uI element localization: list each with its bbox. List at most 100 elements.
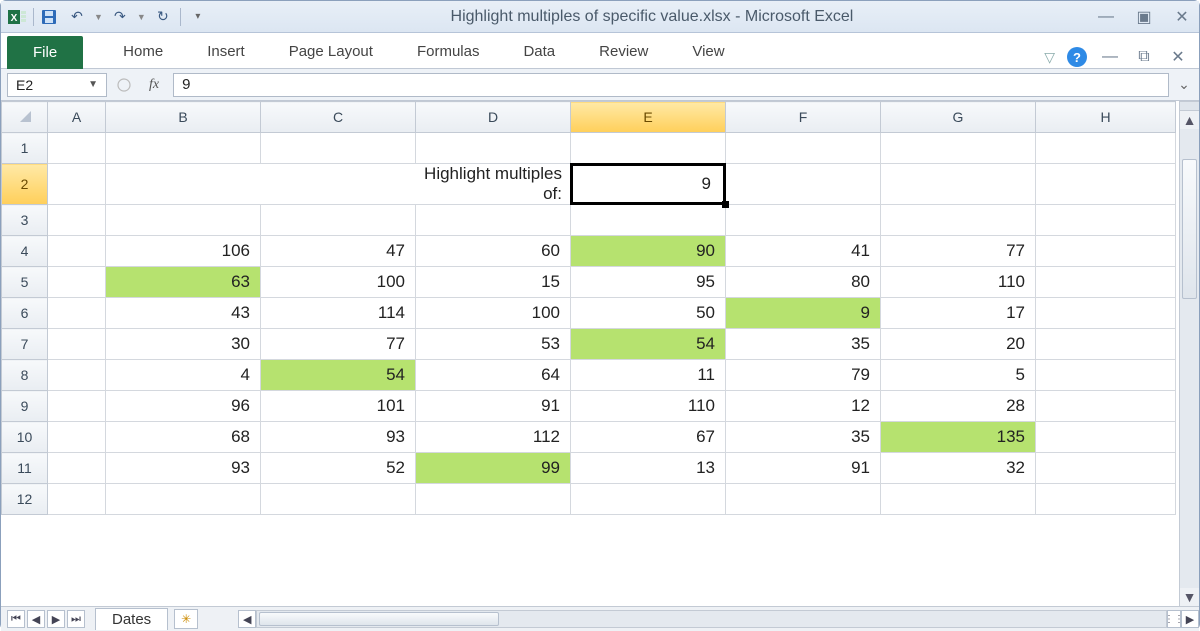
scroll-down-icon[interactable]: ▼ bbox=[1180, 588, 1199, 606]
cell-F7[interactable]: 35 bbox=[726, 329, 881, 360]
cell-D5[interactable]: 15 bbox=[416, 267, 571, 298]
cell-F9[interactable]: 12 bbox=[726, 391, 881, 422]
cell-C10[interactable]: 93 bbox=[261, 422, 416, 453]
cell-F6[interactable]: 9 bbox=[726, 298, 881, 329]
cell-E7[interactable]: 54 bbox=[571, 329, 726, 360]
cell-F2[interactable] bbox=[726, 164, 881, 205]
qat-customize-button[interactable]: ▾ bbox=[187, 6, 209, 28]
row-header-2[interactable]: 2 bbox=[2, 164, 48, 205]
scroll-up-icon[interactable]: ▲ bbox=[1180, 111, 1199, 129]
sheet-tab-dates[interactable]: Dates bbox=[95, 608, 168, 630]
workbook-minimize-button[interactable]: — bbox=[1099, 46, 1121, 68]
cell-H1[interactable] bbox=[1036, 133, 1176, 164]
name-box[interactable]: E2 ▼ bbox=[7, 73, 107, 97]
undo-dropdown-icon[interactable]: ▼ bbox=[94, 12, 103, 22]
cell-C6[interactable]: 114 bbox=[261, 298, 416, 329]
cell-G4[interactable]: 77 bbox=[881, 236, 1036, 267]
name-box-dropdown-icon[interactable]: ▼ bbox=[88, 79, 98, 90]
col-header-d[interactable]: D bbox=[416, 102, 571, 133]
cell-D10[interactable]: 112 bbox=[416, 422, 571, 453]
cell-D11[interactable]: 99 bbox=[416, 453, 571, 484]
cell-E6[interactable]: 50 bbox=[571, 298, 726, 329]
cell-A3[interactable] bbox=[48, 205, 106, 236]
row-header-9[interactable]: 9 bbox=[2, 391, 48, 422]
row-header-11[interactable]: 11 bbox=[2, 453, 48, 484]
cell-D4[interactable]: 60 bbox=[416, 236, 571, 267]
col-header-c[interactable]: C bbox=[261, 102, 416, 133]
hscroll-thumb[interactable] bbox=[259, 612, 499, 626]
cell-F5[interactable]: 80 bbox=[726, 267, 881, 298]
col-header-f[interactable]: F bbox=[726, 102, 881, 133]
cell-G5[interactable]: 110 bbox=[881, 267, 1036, 298]
sheet-nav-last[interactable]: ⏭ bbox=[67, 610, 85, 628]
cell-C1[interactable] bbox=[261, 133, 416, 164]
cell-H6[interactable] bbox=[1036, 298, 1176, 329]
new-sheet-button[interactable]: ✳ bbox=[174, 609, 198, 629]
cell-A1[interactable] bbox=[48, 133, 106, 164]
col-header-g[interactable]: G bbox=[881, 102, 1036, 133]
cell-F8[interactable]: 79 bbox=[726, 360, 881, 391]
cell-C3[interactable] bbox=[261, 205, 416, 236]
cell-F11[interactable]: 91 bbox=[726, 453, 881, 484]
cell-B10[interactable]: 68 bbox=[106, 422, 261, 453]
cell-B8[interactable]: 4 bbox=[106, 360, 261, 391]
spreadsheet-grid[interactable]: A B C D E F G H 12Highlight multiples of… bbox=[1, 101, 1176, 515]
cell-E10[interactable]: 67 bbox=[571, 422, 726, 453]
cell-H5[interactable] bbox=[1036, 267, 1176, 298]
cell-B3[interactable] bbox=[106, 205, 261, 236]
vertical-scrollbar[interactable]: ▲ ▼ bbox=[1179, 101, 1199, 606]
col-header-b[interactable]: B bbox=[106, 102, 261, 133]
fx-icon[interactable]: fx bbox=[141, 77, 167, 93]
window-minimize-button[interactable]: — bbox=[1095, 6, 1117, 28]
cell-G8[interactable]: 5 bbox=[881, 360, 1036, 391]
horizontal-scrollbar[interactable]: ◀ ⋮⋮ ▶ bbox=[238, 610, 1199, 628]
ribbon-tab-insert[interactable]: Insert bbox=[185, 35, 267, 68]
cell-F10[interactable]: 35 bbox=[726, 422, 881, 453]
row-header-5[interactable]: 5 bbox=[2, 267, 48, 298]
save-button[interactable] bbox=[38, 6, 60, 28]
cell-D9[interactable]: 91 bbox=[416, 391, 571, 422]
cell-C11[interactable]: 52 bbox=[261, 453, 416, 484]
cell-C5[interactable]: 100 bbox=[261, 267, 416, 298]
ribbon-tab-home[interactable]: Home bbox=[101, 35, 185, 68]
cell-H11[interactable] bbox=[1036, 453, 1176, 484]
cell-E11[interactable]: 13 bbox=[571, 453, 726, 484]
ribbon-tab-data[interactable]: Data bbox=[501, 35, 577, 68]
ribbon-tab-view[interactable]: View bbox=[670, 35, 746, 68]
scroll-left-icon[interactable]: ◀ bbox=[238, 610, 256, 628]
cell-H7[interactable] bbox=[1036, 329, 1176, 360]
row-header-12[interactable]: 12 bbox=[2, 484, 48, 515]
undo-button[interactable]: ↶ bbox=[66, 6, 88, 28]
cell-H4[interactable] bbox=[1036, 236, 1176, 267]
cell-D1[interactable] bbox=[416, 133, 571, 164]
cell-F12[interactable] bbox=[726, 484, 881, 515]
ribbon-tab-formulas[interactable]: Formulas bbox=[395, 35, 502, 68]
file-tab[interactable]: File bbox=[7, 36, 83, 69]
row-header-1[interactable]: 1 bbox=[2, 133, 48, 164]
cell-G12[interactable] bbox=[881, 484, 1036, 515]
cell-C4[interactable]: 47 bbox=[261, 236, 416, 267]
sheet-nav-first[interactable]: ⏮ bbox=[7, 610, 25, 628]
cell-F4[interactable]: 41 bbox=[726, 236, 881, 267]
cell-D6[interactable]: 100 bbox=[416, 298, 571, 329]
window-restore-button[interactable]: ▣ bbox=[1133, 6, 1155, 28]
cell-C12[interactable] bbox=[261, 484, 416, 515]
cell-D2[interactable]: Highlight multiples of: bbox=[416, 164, 571, 205]
cell-A2[interactable] bbox=[48, 164, 106, 205]
formula-cancel-icon[interactable] bbox=[113, 74, 135, 96]
formula-expand-icon[interactable]: ⌄ bbox=[1175, 76, 1193, 93]
cell-B7[interactable]: 30 bbox=[106, 329, 261, 360]
cell-H8[interactable] bbox=[1036, 360, 1176, 391]
ribbon-collapse-icon[interactable]: ▽ bbox=[1044, 49, 1055, 66]
workbook-restore-button[interactable]: ⧉ bbox=[1133, 46, 1155, 68]
cell-G7[interactable]: 20 bbox=[881, 329, 1036, 360]
row-header-6[interactable]: 6 bbox=[2, 298, 48, 329]
ribbon-tab-page-layout[interactable]: Page Layout bbox=[267, 35, 395, 68]
cell-B11[interactable]: 93 bbox=[106, 453, 261, 484]
cell-B2[interactable] bbox=[106, 164, 261, 205]
cell-H9[interactable] bbox=[1036, 391, 1176, 422]
cell-F3[interactable] bbox=[726, 205, 881, 236]
redo-dropdown-icon[interactable]: ▼ bbox=[137, 12, 146, 22]
row-header-8[interactable]: 8 bbox=[2, 360, 48, 391]
split-handle[interactable] bbox=[1180, 101, 1199, 111]
